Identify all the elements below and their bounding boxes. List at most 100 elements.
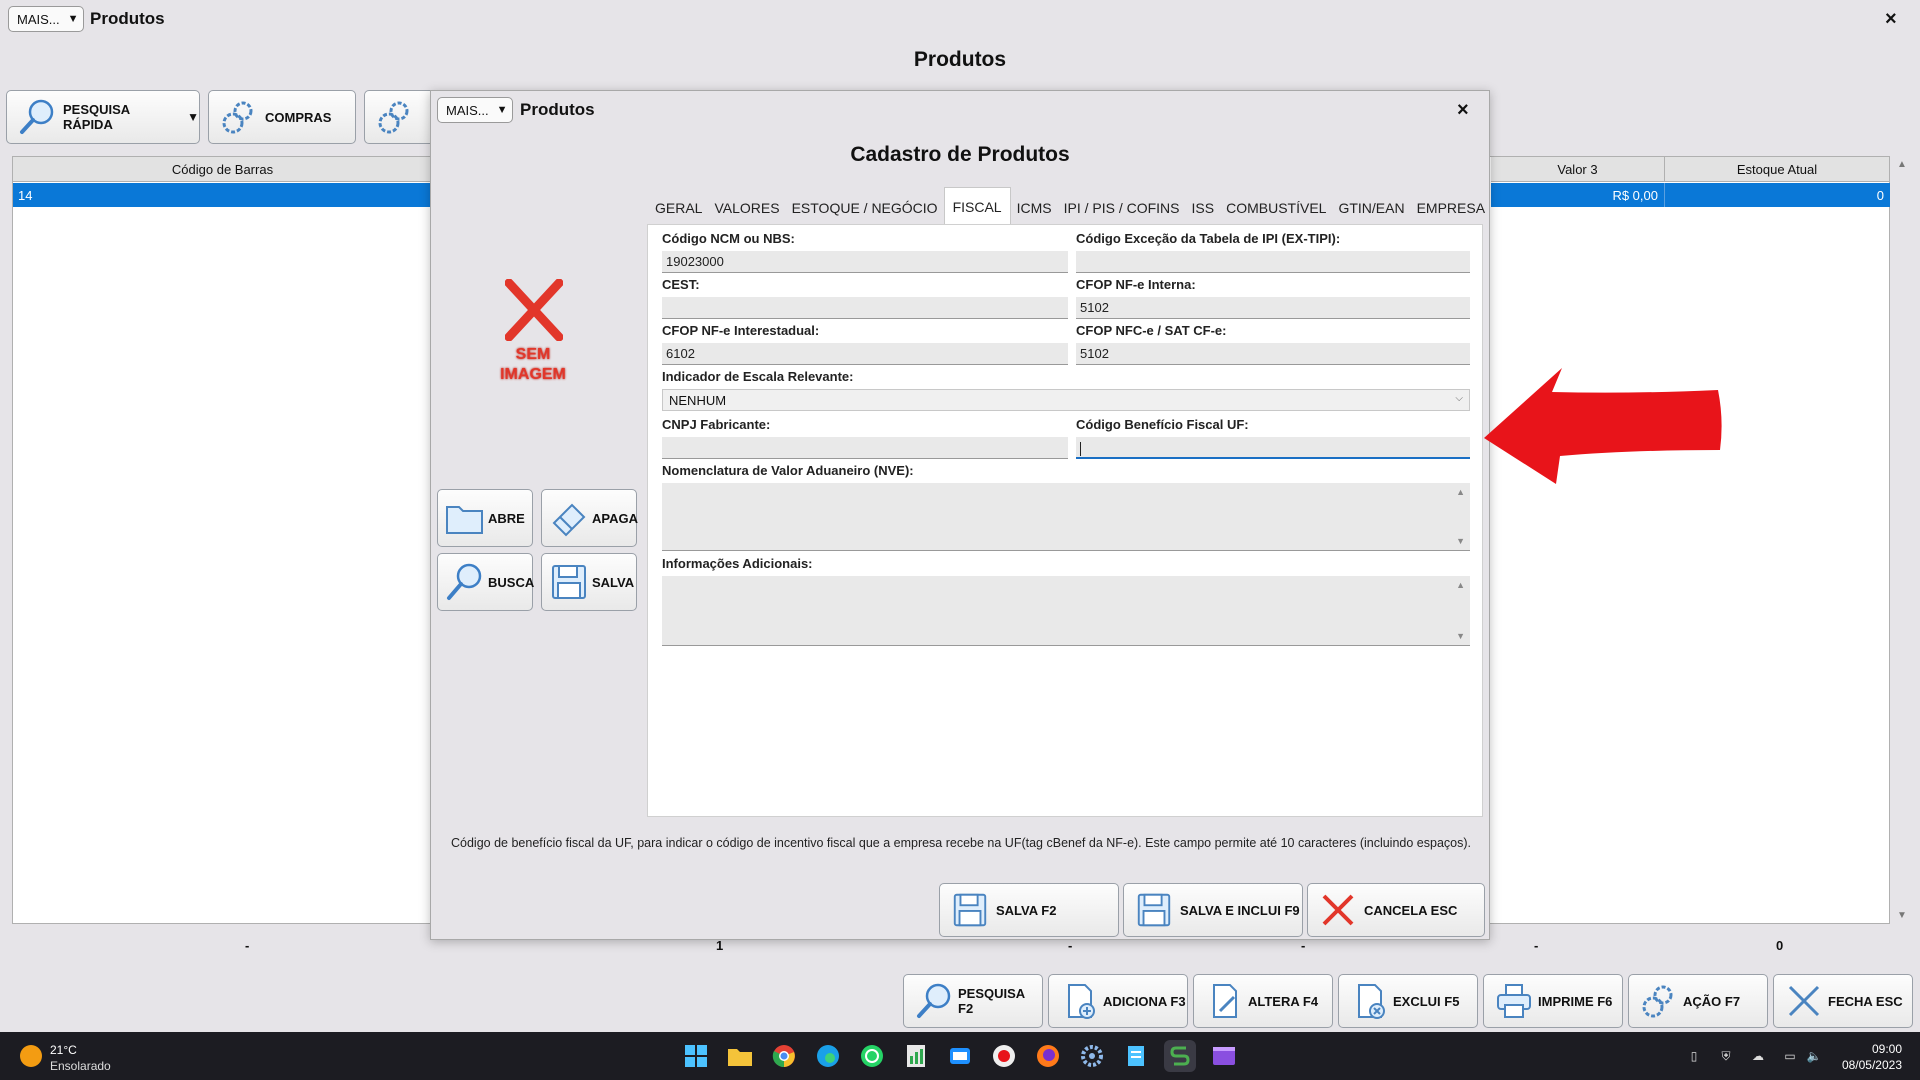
adiciona-f3-button[interactable]: ADICIONA F3 [1048,974,1188,1028]
acao-f7-button[interactable]: AÇÃO F7 [1628,974,1768,1028]
edge-icon[interactable] [812,1040,844,1072]
file-explorer-icon[interactable] [724,1040,756,1072]
table-row[interactable]: 14 [13,183,433,207]
adiciona-f3-label: ADICIONA F3 [1103,993,1186,1009]
firefox-icon[interactable] [1032,1040,1064,1072]
cloud-icon[interactable]: ☁ [1750,1048,1766,1064]
salva-image-button[interactable]: SALVA [541,553,637,611]
notepad-icon[interactable] [1120,1040,1152,1072]
no-image-text: SEM IMAGEM [493,345,573,385]
ex-tipi-input[interactable] [1076,251,1470,273]
exclui-f5-button[interactable]: EXCLUI F5 [1338,974,1478,1028]
ncm-input[interactable]: 19023000 [662,251,1068,273]
cancela-esc-button[interactable]: CANCELA ESC [1307,883,1485,937]
pesquisa-f2-button[interactable]: PESQUISA F2 [903,974,1043,1028]
imprime-f6-label: IMPRIME F6 [1538,993,1613,1009]
table-row[interactable]: 0 [1665,183,1890,207]
settings-gear-icon[interactable] [1076,1040,1108,1072]
pesquisa-rapida-button[interactable]: PESQUISA RÁPIDA ▼ [6,90,200,144]
whatsapp-icon[interactable] [856,1040,888,1072]
tab-iss[interactable]: ISS [1186,191,1221,225]
dialog-close-button[interactable]: × [1457,99,1469,122]
battery-icon[interactable]: ▯ [1686,1048,1702,1064]
cfop-interestadual-input[interactable]: 6102 [662,343,1068,365]
tab-estoque-negocio[interactable]: ESTOQUE / NEGÓCIO [786,191,944,225]
weather-temperature[interactable]: 21°C [50,1043,77,1057]
busca-button[interactable]: BUSCA [437,553,534,611]
tab-geral[interactable]: GERAL [649,191,708,225]
tab-valores[interactable]: VALORES [708,191,785,225]
scroll-down-icon[interactable]: ▼ [1456,536,1465,546]
printer-icon [1494,981,1534,1021]
salva-inclui-f9-button[interactable]: SALVA E INCLUI F9 [1123,883,1303,937]
tab-fiscal[interactable]: FISCAL [943,187,1011,225]
chevron-down-icon: ⌵ [1455,393,1463,404]
pesquisa-f2-label: PESQUISA F2 [958,986,1025,1016]
scroll-up-icon[interactable]: ▲ [1456,487,1465,497]
start-menu-icon[interactable] [680,1040,712,1072]
gear-icon [375,97,415,137]
abre-label: ABRE [488,510,525,526]
beneficio-fiscal-input[interactable] [1076,437,1470,459]
cfop-nfce-input[interactable]: 5102 [1076,343,1470,365]
nve-textarea[interactable]: ▲ ▼ [662,483,1470,551]
table-row[interactable]: R$ 0,00 [1491,183,1665,207]
gear-icon [1639,981,1679,1021]
apaga-button[interactable]: APAGA [541,489,638,547]
chrome-icon[interactable] [768,1040,800,1072]
delete-document-icon [1349,981,1389,1021]
scroll-down-icon[interactable]: ▼ [1456,631,1465,641]
network-icon[interactable]: ▭ [1782,1048,1798,1064]
altera-f4-button[interactable]: ALTERA F4 [1193,974,1333,1028]
tab-icms[interactable]: ICMS [1011,191,1058,225]
grid-cell-estoque-atual: 0 [1876,187,1884,203]
spreadsheet-app-icon[interactable] [900,1040,932,1072]
erp-app-icon[interactable] [1164,1040,1196,1072]
messaging-app-icon[interactable] [944,1040,976,1072]
scroll-up-icon[interactable]: ▲ [1897,159,1907,170]
video-editor-icon[interactable] [1208,1040,1240,1072]
main-mais-label: MAIS... [17,11,60,27]
grid-header-estoque-atual[interactable]: Estoque Atual [1665,157,1890,182]
main-mais-dropdown[interactable]: MAIS... ▼ [8,6,84,32]
tab-ipi-pis-cofins[interactable]: IPI / PIS / COFINS [1058,191,1186,225]
grid-scrollbar[interactable]: ▲ ▼ [1891,157,1913,925]
system-clock[interactable]: 09:00 08/05/2023 [1842,1041,1902,1073]
cancela-esc-label: CANCELA ESC [1364,902,1458,918]
sun-icon[interactable] [20,1045,42,1067]
info-adicionais-textarea[interactable]: ▲ ▼ [662,576,1470,646]
cfop-interna-input[interactable]: 5102 [1076,297,1470,319]
main-close-button[interactable]: × [1885,8,1897,31]
weather-description[interactable]: Ensolarado [50,1059,111,1073]
grid-cell-valor3: R$ 0,00 [1612,187,1658,203]
fecha-esc-button[interactable]: FECHA ESC [1773,974,1913,1028]
escala-select[interactable]: NENHUM ⌵ [662,389,1470,411]
grid-header-codigo-barras[interactable]: Código de Barras [13,157,433,182]
tab-combustivel[interactable]: COMBUSTÍVEL [1220,191,1332,225]
total-4: - [1301,938,1306,953]
cnpj-fabricante-input[interactable] [662,437,1068,459]
grid-header-valor3[interactable]: Valor 3 [1491,157,1665,182]
cnpj-fabricante-label: CNPJ Fabricante: [662,417,771,432]
salva-f2-button[interactable]: SALVA F2 [939,883,1119,937]
search-icon [17,97,57,137]
cest-input[interactable] [662,297,1068,319]
compras-button[interactable]: COMPRAS [208,90,356,144]
add-document-icon [1059,981,1099,1021]
total-3: - [1068,938,1073,953]
scroll-down-icon[interactable]: ▼ [1897,910,1907,921]
tab-empresa[interactable]: EMPRESA [1411,191,1491,225]
grid-cell-codigo-barras: 14 [18,187,33,203]
altera-f4-label: ALTERA F4 [1248,993,1319,1009]
tab-gtin-ean[interactable]: GTIN/EAN [1332,191,1410,225]
imprime-f6-button[interactable]: IMPRIME F6 [1483,974,1623,1028]
dialog-mais-dropdown[interactable]: MAIS... ▼ [437,97,513,123]
security-app-icon[interactable] [988,1040,1020,1072]
compras-label: COMPRAS [265,109,332,125]
scroll-up-icon[interactable]: ▲ [1456,580,1465,590]
volume-icon[interactable]: 🔈 [1806,1048,1822,1064]
shield-icon[interactable]: ⛨ [1718,1048,1734,1064]
product-image-placeholder[interactable]: SEM IMAGEM [493,279,573,391]
pesquisa-rapida-label: PESQUISA RÁPIDA [63,102,130,132]
abre-button[interactable]: ABRE [437,489,533,547]
